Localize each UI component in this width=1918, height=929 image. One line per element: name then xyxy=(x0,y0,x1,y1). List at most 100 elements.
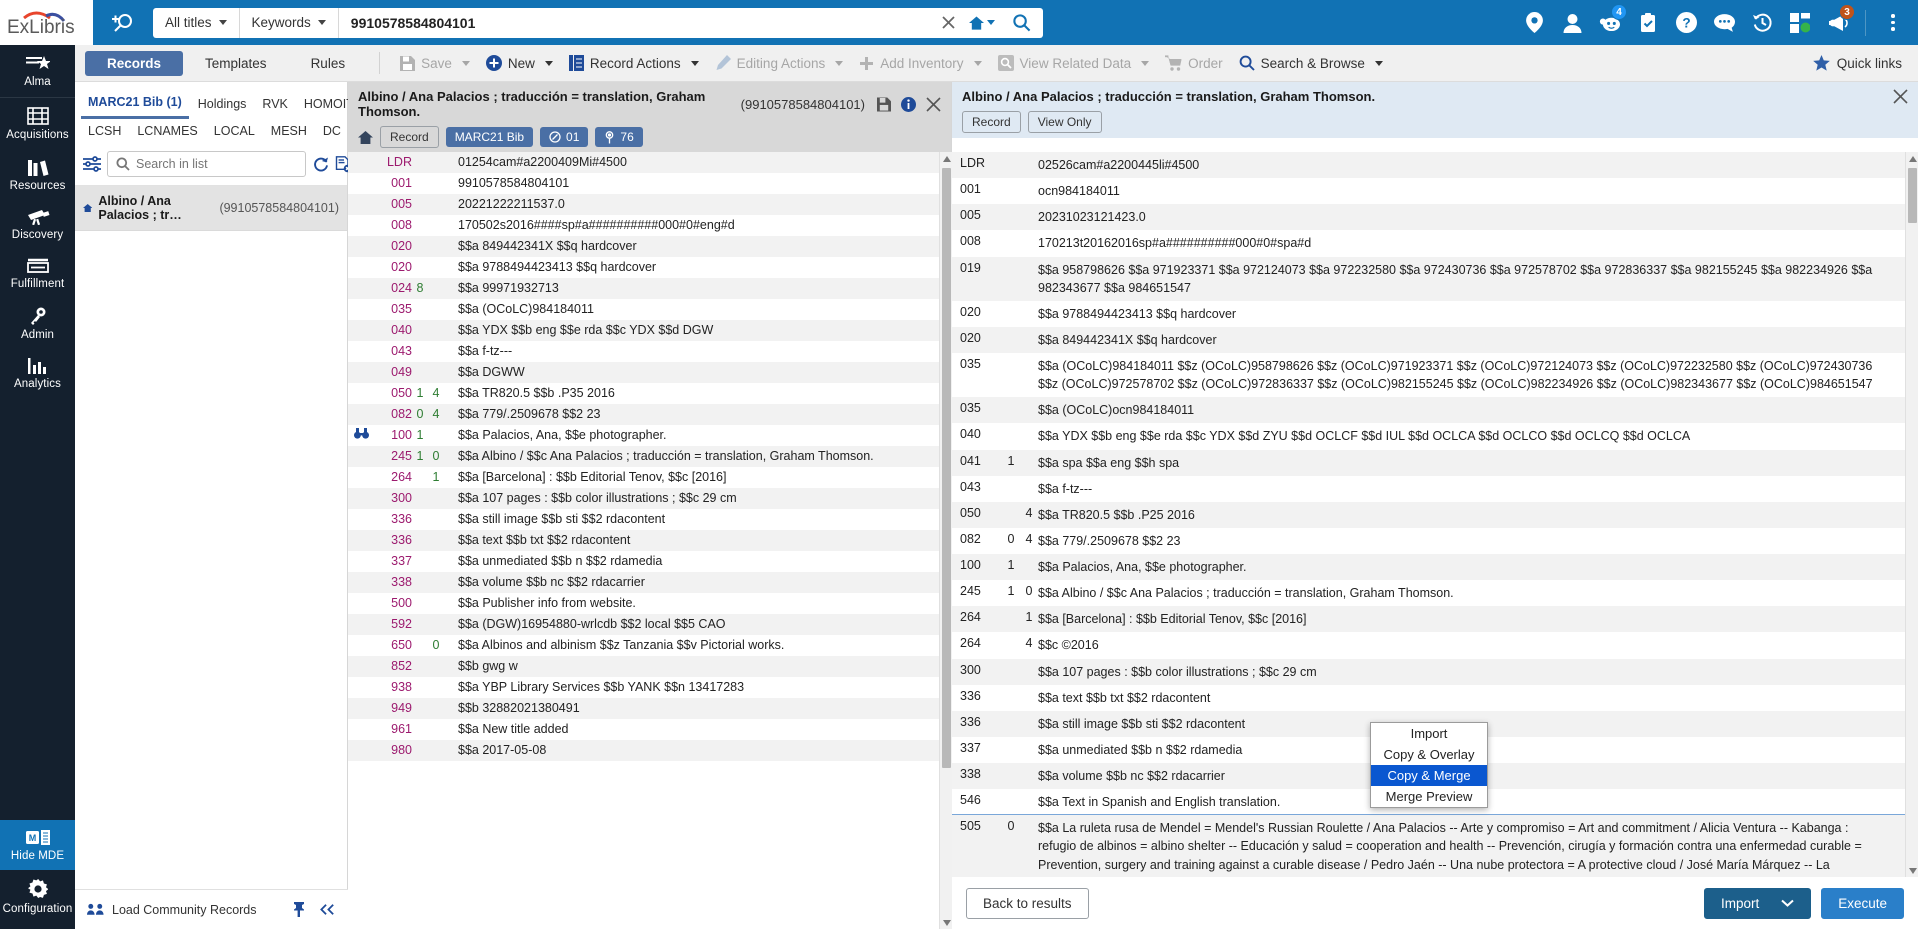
marc-indicator-1[interactable]: 0 xyxy=(412,407,428,421)
search-scope-selector[interactable]: All titles xyxy=(153,7,240,38)
marc-field-row[interactable]: 043 $$a f-tz--- xyxy=(348,341,952,362)
marc-field-row[interactable]: 020 $$a 9788494423413 $$q hardcover xyxy=(952,300,1918,327)
marc-tag[interactable]: 300 xyxy=(374,491,412,505)
marc-field-row[interactable]: 020 $$a 849442341X $$q hardcover xyxy=(348,236,952,257)
marc-field-row[interactable]: 082 0 4 $$a 779/.2509678 $$2 23 xyxy=(348,404,952,425)
clipboard-check-icon[interactable] xyxy=(1629,0,1667,45)
sidebar-item-discovery[interactable]: Discovery xyxy=(0,200,75,249)
marc-field-row[interactable]: 245 1 0 $$a Albino / $$c Ana Palacios ; tra… xyxy=(348,446,952,467)
marc-field-data[interactable]: $$a f-tz--- xyxy=(444,344,952,358)
load-community-records-label[interactable]: Load Community Records xyxy=(112,903,257,917)
chip-holdings-count[interactable]: 01 xyxy=(540,127,589,147)
marc-field-row[interactable]: 049 $$a DGWW xyxy=(348,362,952,383)
search-home-icon[interactable] xyxy=(965,8,999,38)
sidebar-item-fulfillment[interactable]: Fulfillment xyxy=(0,249,75,298)
marc-field-row[interactable]: 961 $$a New title added xyxy=(348,719,952,740)
order-button[interactable]: Order xyxy=(1157,51,1231,75)
record-actions-button[interactable]: Record Actions xyxy=(561,51,707,75)
marc-tag[interactable]: 049 xyxy=(374,365,412,379)
marc-field-data[interactable]: $$a 849442341X $$q hardcover xyxy=(444,239,952,253)
marc-indicator-1[interactable]: 1 xyxy=(412,449,428,463)
menu-item-copy-overlay[interactable]: Copy & Overlay xyxy=(1371,744,1487,765)
marc-field-row[interactable]: 980 $$a 2017-05-08 xyxy=(348,740,952,761)
marc-field-data[interactable]: $$a 107 pages : $$b color illustrations … xyxy=(444,491,952,505)
sidebar-item-alma[interactable]: Alma xyxy=(0,45,75,98)
marc-indicator-2[interactable]: 1 xyxy=(428,470,444,484)
sidebar-item-admin[interactable]: Admin xyxy=(0,298,75,349)
close-icon[interactable] xyxy=(926,96,941,112)
marc-field-row[interactable]: 050 1 4 $$a TR820.5 $$b .P35 2016 xyxy=(348,383,952,404)
md-tab-mesh[interactable]: MESH xyxy=(264,119,314,145)
marc-tag[interactable]: 650 xyxy=(374,638,412,652)
marc-tag[interactable]: 336 xyxy=(374,533,412,547)
search-browse-button[interactable]: Search & Browse xyxy=(1231,51,1391,75)
marc-field-row[interactable]: 336 $$a text $$b txt $$2 rdacontent xyxy=(952,684,1918,711)
md-tab-local[interactable]: LOCAL xyxy=(207,119,262,145)
marc-indicator-1[interactable]: 8 xyxy=(412,281,428,295)
marc-field-row[interactable]: 852 $$b gwg w xyxy=(348,656,952,677)
marc-tag[interactable]: 020 xyxy=(374,260,412,274)
close-icon[interactable] xyxy=(1893,89,1908,104)
marc-field-row[interactable]: 300 $$a 107 pages : $$b color illustratio… xyxy=(952,658,1918,685)
marc-field-row[interactable]: 040 $$a YDX $$b eng $$e rda $$c YDX $$d D… xyxy=(348,320,952,341)
marc-tag[interactable]: 592 xyxy=(374,617,412,631)
marc-tag[interactable]: 100 xyxy=(374,428,412,442)
marc-field-row[interactable]: 035 $$a (OCoLC)ocn984184011 xyxy=(952,397,1918,424)
marc-field-row[interactable]: 338 $$a volume $$b nc $$2 rdacarrier xyxy=(348,572,952,593)
import-split-button[interactable]: Import xyxy=(1703,887,1812,919)
marc-field-row[interactable]: 336 $$a still image $$b sti $$2 rdaconten… xyxy=(348,509,952,530)
marc-field-row[interactable]: 100 1 $$a Palacios, Ana, $$e photographer. xyxy=(952,554,1918,581)
chat-bubble-icon[interactable] xyxy=(1705,0,1743,45)
marc-field-data[interactable]: $$a Publisher info from website. xyxy=(444,596,952,610)
back-to-results-button[interactable]: Back to results xyxy=(966,887,1089,919)
marc-tag[interactable]: 980 xyxy=(374,743,412,757)
search-in-list-input[interactable] xyxy=(136,157,297,171)
menu-item-copy-merge[interactable]: Copy & Merge xyxy=(1371,765,1487,786)
tab-templates[interactable]: Templates xyxy=(183,51,289,76)
scroll-up-arrow[interactable] xyxy=(940,152,952,165)
marc-field-row[interactable]: 020 $$a 9788494423413 $$q hardcover xyxy=(348,257,952,278)
marc-field-row[interactable]: 005 20221222211537.0 xyxy=(348,194,952,215)
apps-grid-icon[interactable] xyxy=(1781,0,1819,45)
marc-field-row[interactable]: 592 $$a (DGW)16954880-wrlcdb $$2 local $$… xyxy=(348,614,952,635)
marc-field-row[interactable]: 043 $$a f-tz--- xyxy=(952,475,1918,502)
kebab-menu-icon[interactable] xyxy=(1874,0,1912,45)
quick-links-button[interactable]: Quick links xyxy=(1812,55,1902,71)
exlibris-logo[interactable]: ExLibris xyxy=(0,0,93,45)
marc-field-row[interactable]: 300 $$a 107 pages : $$b color illustratio… xyxy=(348,488,952,509)
marc-tag[interactable]: 082 xyxy=(374,407,412,421)
marc-field-data[interactable]: 9910578584804101 xyxy=(444,176,952,190)
scroll-up-arrow[interactable] xyxy=(1906,152,1918,165)
marc-field-row[interactable]: 337 $$a unmediated $$b n $$2 rdamedia xyxy=(348,551,952,572)
marc-indicator-2[interactable]: 4 xyxy=(428,407,444,421)
marc-field-row[interactable]: 035 $$a (OCoLC)984184011 $$z (OCoLC)95879… xyxy=(952,353,1918,398)
marc-field-data[interactable]: $$a [Barcelona] : $$b Editorial Tenov, $… xyxy=(444,470,952,484)
marc-tag[interactable]: 040 xyxy=(374,323,412,337)
marc-field-row[interactable]: 100 1 $$a Palacios, Ana, $$e photographer. xyxy=(348,425,952,446)
marc-field-data[interactable]: $$a 9788494423413 $$q hardcover xyxy=(444,260,952,274)
info-icon[interactable] xyxy=(901,96,916,112)
marc-field-data[interactable]: $$a (OCoLC)984184011 xyxy=(444,302,952,316)
marc-field-data[interactable]: $$a still image $$b sti $$2 rdacontent xyxy=(444,512,952,526)
marc-field-row[interactable]: 008 170502s2016####sp#a##########000#0#en… xyxy=(348,215,952,236)
chip-items-count[interactable]: 76 xyxy=(595,127,643,147)
import-dropdown-menu[interactable]: Import Copy & Overlay Copy & Merge Merge… xyxy=(1370,722,1488,808)
location-pin-icon[interactable] xyxy=(1515,0,1553,45)
list-item[interactable]: Albino / Ana Palacios ; tr… (99105785848… xyxy=(75,186,347,231)
marc-tag[interactable]: 001 xyxy=(374,176,412,190)
marc-field-row[interactable]: 949 $$b 32882021380491 xyxy=(348,698,952,719)
sidebar-item-configuration[interactable]: Configuration xyxy=(0,870,75,929)
editing-actions-button[interactable]: Editing Actions xyxy=(707,51,852,75)
marc-field-data[interactable]: $$a 99971932713 xyxy=(444,281,952,295)
marc-field-data[interactable]: $$a Albino / $$c Ana Palacios ; traducci… xyxy=(444,449,952,463)
marc-field-data[interactable]: 01254cam#a2200409Mi#4500 xyxy=(444,155,952,169)
marc-field-row[interactable]: LDR 02526cam#a2200445li#4500 xyxy=(952,152,1918,179)
right-scrollbar[interactable] xyxy=(1905,152,1918,877)
scroll-down-arrow[interactable] xyxy=(1906,864,1918,877)
search-input[interactable] xyxy=(338,8,931,37)
marc-field-row[interactable]: 336 $$a text $$b txt $$2 rdacontent xyxy=(348,530,952,551)
marc-field-data[interactable]: $$b 32882021380491 xyxy=(444,701,952,715)
right-scroll-thumb[interactable] xyxy=(1908,168,1917,223)
marc-tag[interactable]: 938 xyxy=(374,680,412,694)
marc-tag[interactable]: 338 xyxy=(374,575,412,589)
